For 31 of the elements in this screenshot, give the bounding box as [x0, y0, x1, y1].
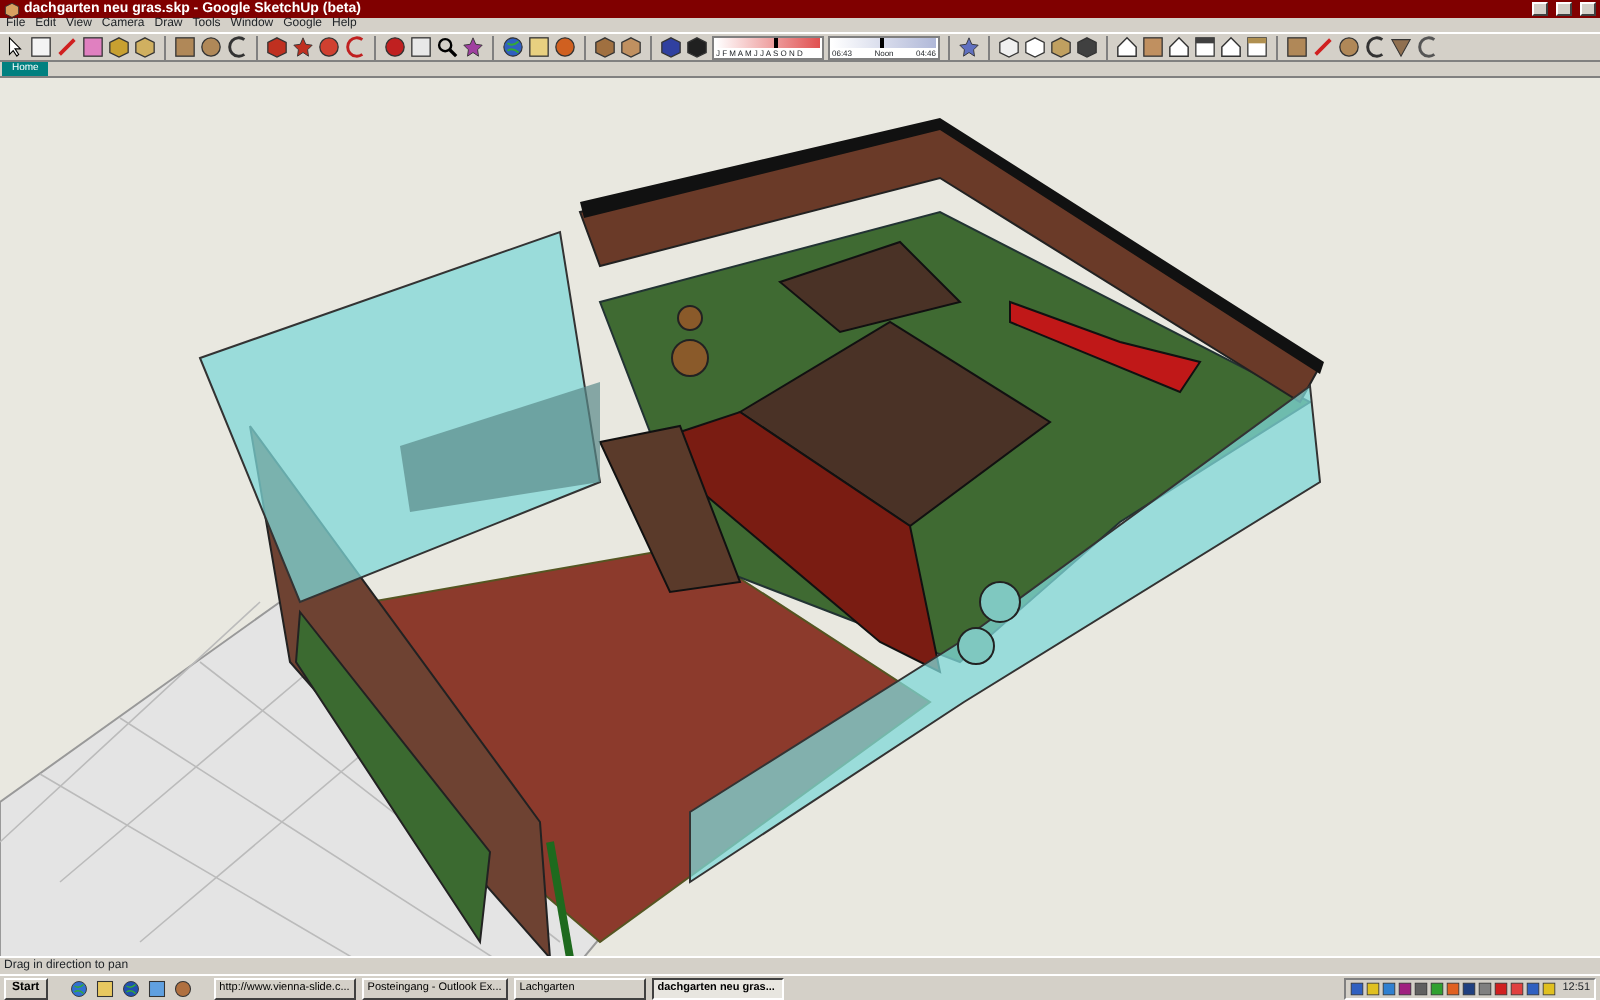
house-icon[interactable] — [1168, 36, 1190, 58]
globe-icon[interactable] — [502, 36, 524, 58]
minimize-button[interactable] — [1532, 2, 1548, 16]
house-icon[interactable] — [1220, 36, 1242, 58]
circle-icon[interactable] — [200, 36, 222, 58]
sphere-icon[interactable] — [554, 36, 576, 58]
cube-icon[interactable] — [660, 36, 682, 58]
window-icon[interactable] — [1194, 36, 1216, 58]
circle-icon[interactable] — [1338, 36, 1360, 58]
search-icon[interactable] — [436, 36, 458, 58]
arc-icon[interactable] — [1364, 36, 1386, 58]
box-icon[interactable] — [594, 36, 616, 58]
wireframe-cube-icon[interactable] — [998, 36, 1020, 58]
house-icon[interactable] — [1116, 36, 1138, 58]
arrow-icon[interactable] — [4, 36, 26, 58]
rectangle-icon[interactable] — [1286, 36, 1308, 58]
app-icon[interactable] — [173, 979, 192, 997]
cube-icon[interactable] — [686, 36, 708, 58]
cube-icon[interactable] — [1076, 36, 1098, 58]
cube-icon[interactable] — [1024, 36, 1046, 58]
arc-icon[interactable] — [226, 36, 248, 58]
globe-icon[interactable] — [121, 979, 140, 997]
triangle-icon[interactable] — [1390, 36, 1412, 58]
cube-icon[interactable] — [1050, 36, 1072, 58]
app-icon — [4, 1, 20, 17]
maximize-button[interactable] — [1556, 2, 1572, 16]
close-button[interactable] — [1580, 2, 1596, 16]
browser-icon[interactable] — [69, 979, 88, 997]
box-icon[interactable] — [620, 36, 642, 58]
window-icon[interactable] — [1246, 36, 1268, 58]
rectangle-icon[interactable] — [174, 36, 196, 58]
